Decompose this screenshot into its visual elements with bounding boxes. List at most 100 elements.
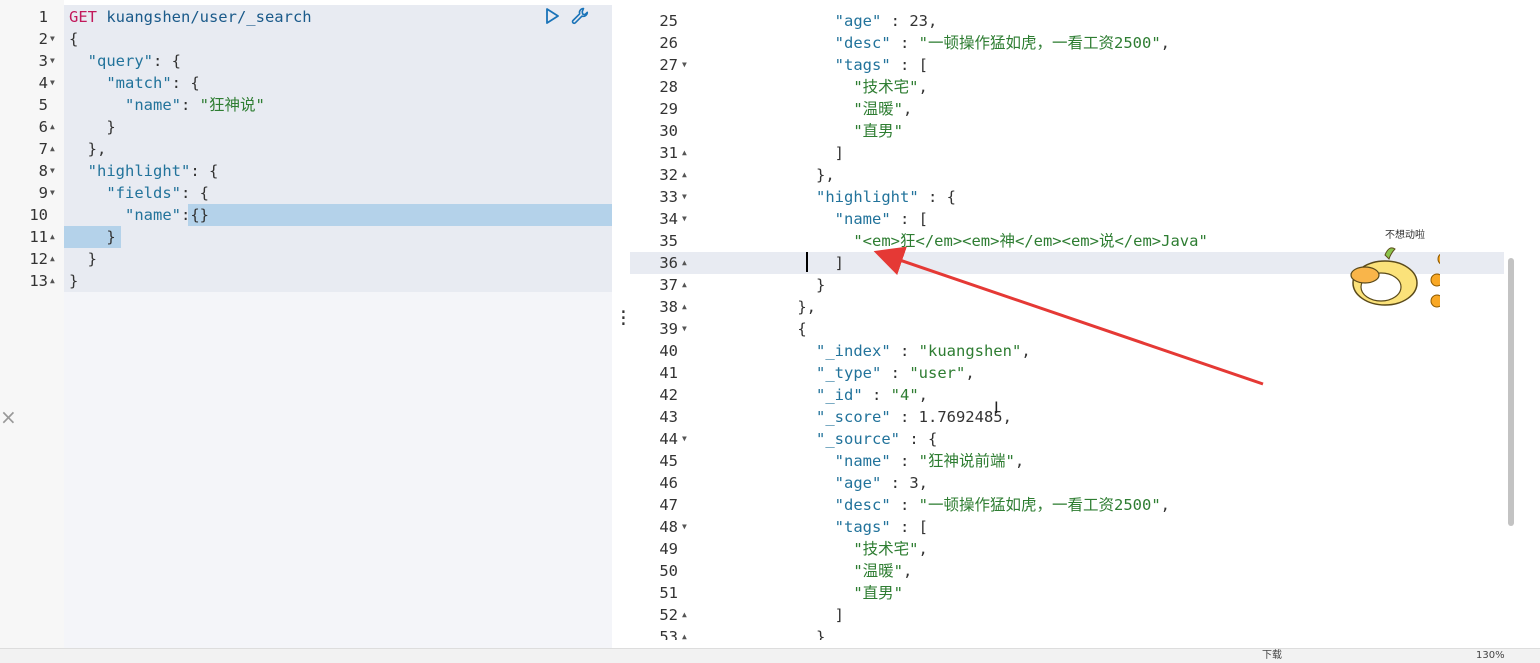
code-text: "age" : 23, [834, 12, 938, 30]
fold-expand-icon[interactable]: ▲ [50, 270, 60, 292]
fold-collapse-icon[interactable]: ▼ [682, 318, 692, 340]
download-label[interactable]: 下载 [1262, 649, 1282, 663]
code-text: ] [760, 254, 844, 272]
line-number: 37 [659, 276, 678, 294]
line-number: 33 [659, 188, 678, 206]
code-line[interactable]: 11 ▲ } [0, 226, 612, 248]
code-line[interactable]: 44 ▼ "_source" : { [630, 428, 1540, 450]
fold-collapse-icon[interactable]: ▼ [50, 182, 60, 204]
code-line[interactable]: 13 ▲} [0, 270, 612, 292]
code-line[interactable]: 31 ▲ ] [630, 142, 1540, 164]
fold-expand-icon[interactable]: ▲ [682, 604, 692, 626]
code-text: { [69, 30, 79, 48]
vertical-scrollbar[interactable] [1508, 258, 1514, 526]
code-line[interactable]: 43 "_score" : 1.7692485, [630, 406, 1540, 428]
fold-collapse-icon[interactable]: ▼ [682, 428, 692, 450]
close-icon[interactable]: × [0, 405, 17, 429]
fold-collapse-icon[interactable]: ▼ [682, 186, 692, 208]
line-number: 38 [659, 298, 678, 316]
code-line[interactable]: 2 ▼ { [0, 28, 612, 50]
line-number: 4 [38, 74, 48, 92]
line-number: 53 [659, 628, 678, 640]
code-line[interactable]: 39 ▼ { [630, 318, 1540, 340]
drag-handle-icon[interactable]: · · · [618, 304, 629, 334]
code-text: "fields": { [106, 184, 209, 202]
code-line[interactable]: 42 "_id" : "4", [630, 384, 1540, 406]
code-line[interactable]: 51 "直男" [630, 582, 1540, 604]
code-line[interactable]: 41 "_type" : "user", [630, 362, 1540, 384]
code-line[interactable]: 49 "技术宅", [630, 538, 1540, 560]
code-line[interactable]: 27 ▼ "tags" : [ [630, 54, 1540, 76]
fold-collapse-icon[interactable]: ▼ [682, 516, 692, 538]
code-line[interactable]: 8 ▼ "highlight": { [0, 160, 612, 182]
line-number: 26 [659, 34, 678, 52]
sticker-caption: 不想动啦 [1385, 228, 1425, 241]
fold-collapse-icon[interactable]: ▼ [50, 50, 60, 72]
zoom-level[interactable]: 130% [1476, 649, 1505, 663]
fold-collapse-icon[interactable]: ▼ [50, 72, 60, 94]
wrench-icon[interactable] [570, 6, 590, 26]
code-line[interactable]: 47 "desc" : "一顿操作猛如虎，一看工资2500", [630, 494, 1540, 516]
code-text: "温暖", [853, 100, 913, 118]
fold-collapse-icon[interactable]: ▼ [682, 208, 692, 230]
text-cursor [806, 252, 808, 272]
fold-expand-icon[interactable]: ▲ [50, 248, 60, 270]
code-line[interactable]: 40 "_index" : "kuangshen", [630, 340, 1540, 362]
code-line[interactable]: 5 "name": "狂神说" [0, 94, 612, 116]
code-line[interactable]: 9 ▼ "fields": { [0, 182, 612, 204]
code-text: GET kuangshen/user/_search [69, 8, 312, 26]
code-text: } [760, 628, 826, 640]
line-number: 42 [659, 386, 678, 404]
fold-expand-icon[interactable]: ▲ [682, 274, 692, 296]
play-icon[interactable] [545, 8, 559, 24]
code-line[interactable]: 26 "desc" : "一顿操作猛如虎，一看工资2500", [630, 32, 1540, 54]
response-viewer[interactable]: 25 "age" : 23, 26 "desc" : "一顿操作猛如虎，一看工资2… [630, 0, 1540, 640]
line-number: 35 [659, 232, 678, 250]
code-text: "温暖", [853, 562, 913, 580]
fold-expand-icon[interactable]: ▲ [682, 296, 692, 318]
editor-empty-area[interactable] [64, 292, 612, 648]
line-number: 43 [659, 408, 678, 426]
code-line[interactable]: 1 GET kuangshen/user/_search [0, 6, 612, 28]
fold-collapse-icon[interactable]: ▼ [50, 160, 60, 182]
fold-expand-icon[interactable]: ▲ [682, 142, 692, 164]
code-text: "tags" : [ [834, 56, 928, 74]
code-text: "match": { [106, 74, 200, 92]
code-text: "name": "狂神说" [125, 96, 265, 114]
code-line[interactable]: 48 ▼ "tags" : [ [630, 516, 1540, 538]
code-line[interactable]: 28 "技术宅", [630, 76, 1540, 98]
code-line[interactable]: 50 "温暖", [630, 560, 1540, 582]
code-line[interactable]: 7 ▲ }, [0, 138, 612, 160]
fold-collapse-icon[interactable]: ▼ [50, 28, 60, 50]
line-number: 47 [659, 496, 678, 514]
fold-expand-icon[interactable]: ▲ [50, 138, 60, 160]
code-line[interactable]: 25 "age" : 23, [630, 10, 1540, 32]
fold-expand-icon[interactable]: ▲ [50, 116, 60, 138]
fold-expand-icon[interactable]: ▲ [682, 252, 692, 274]
line-number: 32 [659, 166, 678, 184]
code-line[interactable]: 52 ▲ ] [630, 604, 1540, 626]
code-line[interactable]: 4 ▼ "match": { [0, 72, 612, 94]
code-line[interactable]: 46 "age" : 3, [630, 472, 1540, 494]
ibeam-cursor-icon: I [994, 398, 999, 417]
code-line[interactable]: 12 ▲ } [0, 248, 612, 270]
code-line[interactable]: 30 "直男" [630, 120, 1540, 142]
fold-collapse-icon[interactable]: ▼ [682, 54, 692, 76]
code-line[interactable]: 32 ▲ }, [630, 164, 1540, 186]
code-text: "_source" : { [816, 430, 938, 448]
line-number: 5 [38, 96, 48, 114]
code-line[interactable]: 33 ▼ "highlight" : { [630, 186, 1540, 208]
code-line[interactable]: 45 "name" : "狂神说前端", [630, 450, 1540, 472]
line-number: 8 [38, 162, 48, 180]
code-line[interactable]: 3 ▼ "query": { [0, 50, 612, 72]
code-line[interactable]: 29 "温暖", [630, 98, 1540, 120]
code-line[interactable]: 53 ▲ } [630, 626, 1540, 640]
code-text: }, [69, 140, 107, 158]
request-editor[interactable]: 1 GET kuangshen/user/_search 2 ▼{3 ▼ "query"… [0, 0, 612, 648]
fold-expand-icon[interactable]: ▲ [50, 226, 60, 248]
fold-expand-icon[interactable]: ▲ [682, 626, 692, 640]
code-line[interactable]: 10 "name":{} [0, 204, 612, 226]
code-line[interactable]: 6 ▲ } [0, 116, 612, 138]
fold-expand-icon[interactable]: ▲ [682, 164, 692, 186]
code-text: "_type" : "user", [816, 364, 975, 382]
